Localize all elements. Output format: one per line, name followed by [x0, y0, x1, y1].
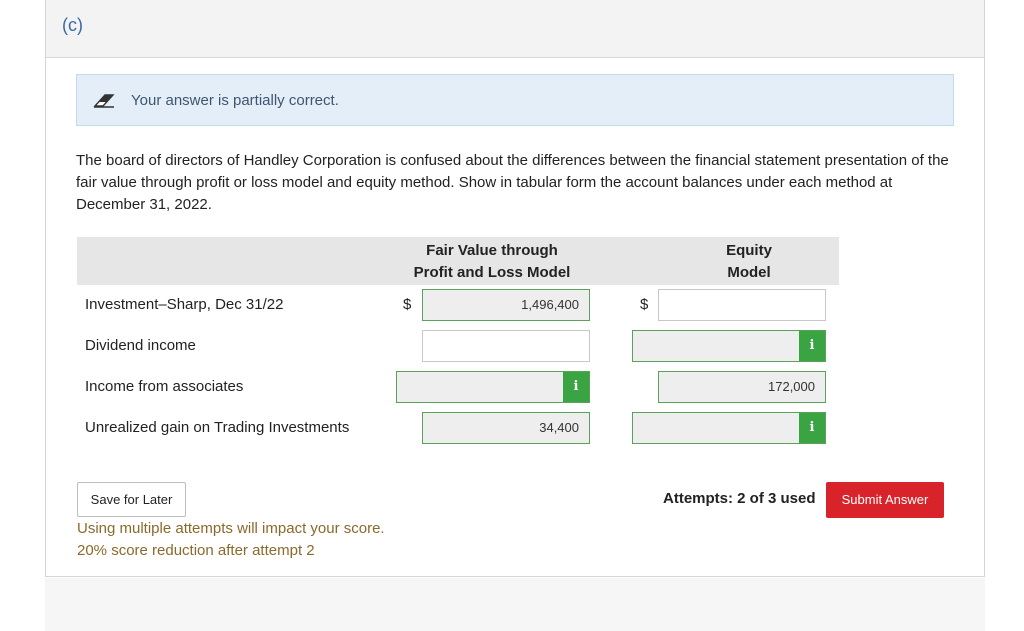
attempt-warning-line1: Using multiple attempts will impact your…: [77, 520, 385, 537]
info-icon[interactable]: i: [799, 331, 825, 361]
column-header-fair-value: Fair Value through Profit and Loss Model: [413, 242, 571, 281]
page-background-strip: [45, 578, 985, 631]
row-label-unrealized-gain: Unrealized gain on Trading Investments: [85, 419, 350, 436]
attempt-warning-line2: 20% score reduction after attempt 2: [77, 542, 315, 559]
card-header: (c): [46, 0, 984, 58]
table-header: Fair Value through Profit and Loss Model…: [77, 237, 839, 285]
attempts-counter: Attempts: 2 of 3 used: [663, 490, 816, 507]
fair-value-unrealized-gain-input[interactable]: 34,400: [422, 412, 590, 444]
question-card: (c) Your answer is partially correct. Th…: [45, 0, 985, 577]
equity-investment-input[interactable]: [658, 289, 826, 321]
info-icon[interactable]: i: [799, 413, 825, 443]
submit-answer-button[interactable]: Submit Answer: [826, 482, 944, 518]
feedback-banner: Your answer is partially correct.: [76, 74, 954, 126]
save-for-later-button[interactable]: Save for Later: [77, 482, 186, 517]
row-label-dividend-income: Dividend income: [85, 337, 196, 354]
row-label-investment: Investment–Sharp, Dec 31/22: [85, 296, 284, 313]
fair-value-associates-field: i: [396, 371, 590, 403]
pencil-eraser-icon: [93, 94, 115, 108]
question-text: The board of directors of Handley Corpor…: [76, 152, 949, 213]
fair-value-dividend-input[interactable]: [422, 330, 590, 362]
info-icon[interactable]: i: [563, 372, 589, 402]
column-header-equity: Equity Model: [726, 242, 772, 281]
row-label-income-associates: Income from associates: [85, 378, 244, 395]
part-label: (c): [62, 15, 83, 35]
equity-unrealized-gain-field: i: [632, 412, 826, 444]
equity-associates-input[interactable]: 172,000: [658, 371, 826, 403]
equity-dividend-field: i: [632, 330, 826, 362]
feedback-text: Your answer is partially correct.: [131, 92, 339, 109]
dollar-sign: $: [640, 296, 649, 313]
dollar-sign: $: [403, 296, 412, 313]
fair-value-investment-input[interactable]: 1,496,400: [422, 289, 590, 321]
